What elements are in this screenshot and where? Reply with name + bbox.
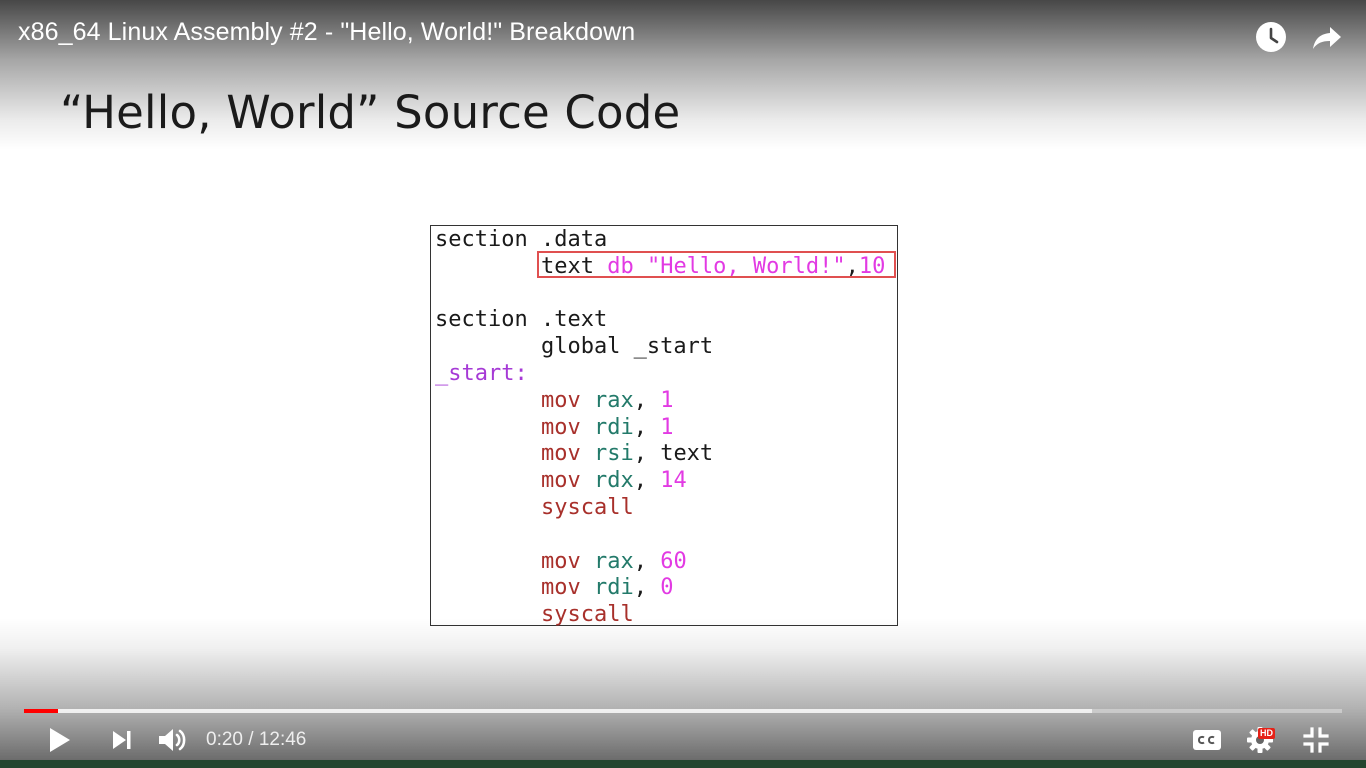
code-line: section .data — [435, 226, 607, 253]
share-button[interactable] — [1310, 20, 1344, 54]
progress-bar[interactable] — [24, 709, 1342, 713]
code-line: mov rdx, 14 — [435, 467, 687, 494]
code-line: mov rdi, 1 — [435, 414, 673, 441]
code-token: db — [607, 253, 647, 279]
control-bar: 0:20 / 12:46 HD — [0, 720, 1366, 760]
code-line: mov rdi, 0 — [435, 574, 673, 601]
code-token: 1 — [660, 414, 674, 440]
code-line: section .text — [435, 306, 607, 333]
play-icon — [50, 728, 70, 752]
volume-button[interactable] — [154, 720, 190, 760]
current-time: 0:20 — [206, 729, 243, 750]
code-token: 10 — [858, 253, 886, 279]
code-token: , — [633, 468, 661, 494]
volume-icon — [159, 729, 186, 751]
code-token: syscall — [540, 495, 634, 520]
exit-fullscreen-button[interactable] — [1298, 720, 1334, 760]
code-token: section .data — [435, 227, 608, 252]
code-token: , — [633, 548, 661, 574]
code-token: mov — [540, 387, 594, 413]
code-token: _start: — [435, 361, 528, 386]
code-line: global _start — [435, 333, 713, 360]
settings-button[interactable]: HD — [1242, 720, 1282, 760]
time-separator: / — [242, 729, 259, 750]
code-token: text — [540, 253, 608, 279]
code-token: syscall — [540, 602, 634, 628]
top-icon-bar — [1254, 20, 1344, 54]
code-token: rax — [593, 387, 634, 413]
captions-icon — [1193, 730, 1221, 750]
video-player[interactable]: “Hello, World” Source Code section .data… — [0, 0, 1366, 768]
video-title[interactable]: x86_64 Linux Assembly #2 - "Hello, World… — [18, 18, 635, 47]
watch-later-icon — [1256, 22, 1286, 52]
watch-later-button[interactable] — [1254, 20, 1288, 54]
code-token: rax — [593, 548, 634, 574]
code-token: rdi — [593, 414, 634, 440]
code-token: mov — [540, 414, 594, 440]
code-line: _start: — [435, 360, 528, 387]
code-line: text db "Hello, World!",10 — [435, 253, 885, 280]
code-token: mov — [540, 548, 594, 574]
code-token: 0 — [660, 575, 674, 601]
code-token: section .text — [435, 307, 608, 333]
code-line: mov rax, 1 — [435, 387, 673, 414]
code-token: , text — [633, 441, 714, 467]
duration: 12:46 — [258, 729, 307, 750]
code-token: mov — [540, 468, 594, 494]
next-icon — [113, 731, 131, 749]
progress-buffered — [24, 709, 1092, 713]
code-token: , — [845, 253, 859, 279]
code-token: "Hello, World!" — [646, 253, 846, 279]
progress-played — [24, 709, 59, 713]
code-token: rsi — [593, 441, 634, 467]
code-token: , — [633, 575, 661, 601]
code-token: 60 — [660, 548, 687, 574]
share-icon — [1313, 27, 1341, 49]
captions-button[interactable] — [1188, 720, 1226, 760]
code-token: rdx — [593, 468, 634, 494]
time-display: 0:20 / 12:46 — [206, 720, 306, 760]
hd-badge: HD — [1258, 728, 1275, 739]
code-box: section .data text db "Hello, World!",10… — [430, 225, 898, 628]
code-line: mov rsi, text — [435, 440, 713, 467]
next-button[interactable] — [104, 720, 138, 760]
code-line: syscall — [435, 494, 634, 521]
code-token: rdi — [593, 575, 634, 601]
exit-fullscreen-icon — [1303, 727, 1329, 753]
bottom-strip — [0, 760, 1366, 768]
code-token: global _start — [435, 334, 714, 360]
code-token: 14 — [660, 468, 687, 494]
play-button[interactable] — [40, 720, 78, 760]
code-token: mov — [540, 441, 594, 467]
slide-heading: “Hello, World” Source Code — [60, 86, 681, 139]
code-token: , — [633, 387, 661, 413]
code-token: mov — [540, 575, 594, 601]
code-line: syscall — [435, 601, 634, 628]
code-token: 1 — [660, 387, 674, 413]
code-token: , — [633, 414, 661, 440]
code-line: mov rax, 60 — [435, 548, 687, 575]
